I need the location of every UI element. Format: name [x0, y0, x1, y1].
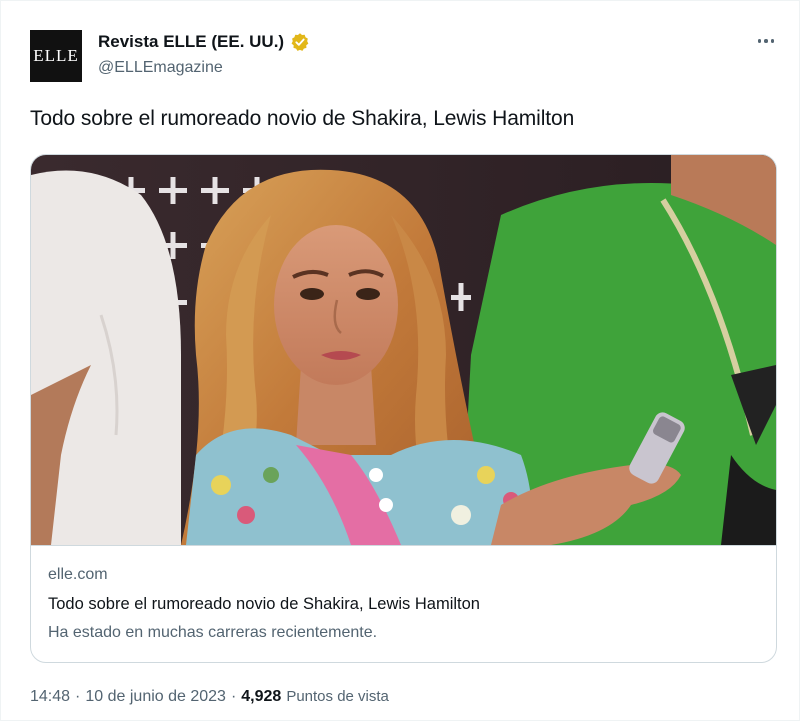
view-count-label: Puntos de vista	[286, 688, 389, 705]
tweet-meta: 14:48 · 10 de junio de 2023 · 4,928 Punt…	[30, 688, 389, 706]
tweet-time[interactable]: 14:48	[30, 688, 70, 706]
author-display-name[interactable]: Revista ELLE (EE. UU.)	[98, 32, 284, 52]
author-name-row: Revista ELLE (EE. UU.)	[98, 32, 310, 52]
verified-badge-icon[interactable]	[290, 32, 310, 52]
tweet-container: ELLE Revista ELLE (EE. UU.) @ELLEmagazin…	[0, 0, 800, 721]
card-description: Ha estado en muchas carreras recientemen…	[48, 624, 378, 641]
card-info[interactable]: elle.com Todo sobre el rumoreado novio d…	[31, 545, 776, 662]
link-card[interactable]: elle.com Todo sobre el rumoreado novio d…	[30, 154, 777, 663]
tweet-date[interactable]: 10 de junio de 2023	[85, 688, 226, 706]
card-title: Todo sobre el rumoreado novio de Shakira…	[48, 595, 480, 613]
meta-separator: ·	[230, 688, 237, 705]
author-handle[interactable]: @ELLEmagazine	[98, 59, 223, 77]
card-domain: elle.com	[48, 566, 108, 583]
meta-separator: ·	[75, 688, 81, 705]
avatar[interactable]: ELLE	[30, 30, 82, 82]
more-options-icon[interactable]	[751, 31, 781, 51]
tweet-text: Todo sobre el rumoreado novio de Shakira…	[30, 107, 575, 130]
avatar-logo-text: ELLE	[33, 46, 79, 65]
card-photo[interactable]	[31, 155, 776, 545]
view-count[interactable]: 4,928	[241, 688, 281, 706]
